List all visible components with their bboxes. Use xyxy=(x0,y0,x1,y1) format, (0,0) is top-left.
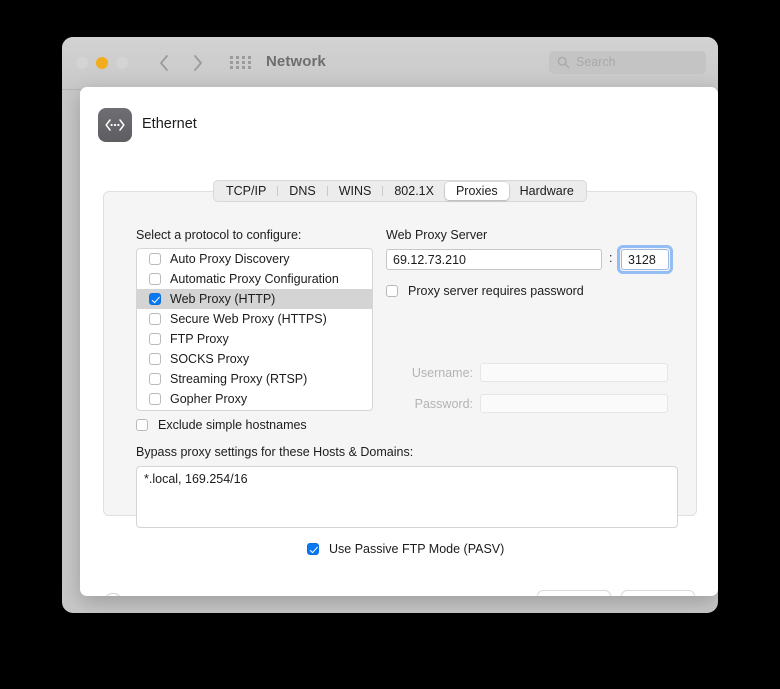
list-item-label: SOCKS Proxy xyxy=(170,352,250,366)
passive-ftp-label: Use Passive FTP Mode (PASV) xyxy=(329,542,505,556)
username-label: Username: xyxy=(411,365,473,380)
proxy-host-value: 69.12.73.210 xyxy=(393,253,466,267)
requires-password-checkbox[interactable]: Proxy server requires password xyxy=(386,284,584,298)
minimize-button[interactable] xyxy=(96,57,108,69)
web-proxy-server-label: Web Proxy Server xyxy=(386,228,488,242)
protocol-checkbox[interactable] xyxy=(149,333,161,345)
tab-hardware[interactable]: Hardware xyxy=(509,182,585,200)
requires-password-box[interactable] xyxy=(386,285,398,297)
list-item[interactable]: Gopher Proxy xyxy=(137,389,372,409)
username-row: Username: xyxy=(386,363,668,382)
username-field[interactable] xyxy=(480,363,668,382)
list-item-label: Secure Web Proxy (HTTPS) xyxy=(170,312,327,326)
list-item-label: Web Proxy (HTTP) xyxy=(170,292,276,306)
network-preferences-window: Network Search Ethernet TCP/IP DNS WINS … xyxy=(62,37,718,613)
host-port-separator: : xyxy=(609,251,613,265)
password-field[interactable] xyxy=(480,394,668,413)
list-item[interactable]: FTP Proxy xyxy=(137,329,372,349)
close-button[interactable] xyxy=(76,57,88,69)
passive-ftp-checkbox[interactable]: Use Passive FTP Mode (PASV) xyxy=(307,542,504,556)
requires-password-label: Proxy server requires password xyxy=(408,284,584,298)
bypass-textarea[interactable]: *.local, 169.254/16 xyxy=(136,466,678,528)
protocol-checkbox[interactable] xyxy=(149,393,161,405)
interface-name: Ethernet xyxy=(142,116,197,132)
forward-chevron-icon[interactable] xyxy=(190,52,206,74)
list-item[interactable]: Auto Proxy Discovery xyxy=(137,249,372,269)
protocol-checkbox[interactable] xyxy=(149,273,161,285)
list-item-label: Auto Proxy Discovery xyxy=(170,252,290,266)
exclude-simple-hostnames-checkbox[interactable]: Exclude simple hostnames xyxy=(136,418,307,432)
bypass-value: *.local, 169.254/16 xyxy=(144,472,248,486)
list-item-label: Streaming Proxy (RTSP) xyxy=(170,372,308,386)
tab-bar: TCP/IP DNS WINS 802.1X Proxies Hardware xyxy=(213,180,587,202)
proxies-settings-sheet: Ethernet TCP/IP DNS WINS 802.1X Proxies … xyxy=(80,87,718,596)
list-item[interactable]: SOCKS Proxy xyxy=(137,349,372,369)
protocol-checkbox[interactable] xyxy=(149,313,161,325)
search-icon xyxy=(557,56,570,69)
protocol-checkbox[interactable] xyxy=(149,353,161,365)
cancel-button[interactable]: Cancel xyxy=(537,590,611,596)
tab-8021x[interactable]: 802.1X xyxy=(383,182,445,200)
list-item[interactable]: Automatic Proxy Configuration xyxy=(137,269,372,289)
list-item-label: Gopher Proxy xyxy=(170,392,248,406)
tab-proxies[interactable]: Proxies xyxy=(444,182,509,200)
protocol-list[interactable]: Auto Proxy Discovery Automatic Proxy Con… xyxy=(136,248,373,411)
page-title: Network xyxy=(266,53,326,70)
list-item-label: Automatic Proxy Configuration xyxy=(170,272,339,286)
password-label: Password: xyxy=(414,396,473,411)
tab-dns[interactable]: DNS xyxy=(278,182,326,200)
back-chevron-icon[interactable] xyxy=(156,52,172,74)
window-titlebar: Network Search xyxy=(62,37,718,90)
protocol-checkbox[interactable] xyxy=(149,373,161,385)
proxy-host-input[interactable]: 69.12.73.210 xyxy=(386,249,602,270)
grid-icon[interactable] xyxy=(230,56,251,70)
bypass-label: Bypass proxy settings for these Hosts & … xyxy=(136,445,414,459)
protocol-checkbox[interactable] xyxy=(149,293,161,305)
exclude-simple-hostnames-box[interactable] xyxy=(136,419,148,431)
help-button[interactable]: ? xyxy=(103,593,123,596)
passive-ftp-box[interactable] xyxy=(307,543,319,555)
tab-tcpip[interactable]: TCP/IP xyxy=(215,182,277,200)
ethernet-icon xyxy=(98,108,132,142)
protocol-list-label: Select a protocol to configure: xyxy=(136,228,302,242)
protocol-checkbox[interactable] xyxy=(149,253,161,265)
exclude-simple-hostnames-label: Exclude simple hostnames xyxy=(158,418,307,432)
list-item[interactable]: Streaming Proxy (RTSP) xyxy=(137,369,372,389)
zoom-button[interactable] xyxy=(116,57,128,69)
proxy-port-input[interactable]: 3128 xyxy=(621,249,669,270)
search-placeholder: Search xyxy=(576,55,616,69)
list-item[interactable]: Secure Web Proxy (HTTPS) xyxy=(137,309,372,329)
search-input[interactable]: Search xyxy=(549,51,706,74)
proxy-port-value: 3128 xyxy=(628,253,656,267)
password-row: Password: xyxy=(386,394,668,413)
tab-wins[interactable]: WINS xyxy=(328,182,383,200)
ok-button[interactable]: OK xyxy=(621,590,695,596)
list-item-label: FTP Proxy xyxy=(170,332,229,346)
list-item[interactable]: Web Proxy (HTTP) xyxy=(137,289,372,309)
